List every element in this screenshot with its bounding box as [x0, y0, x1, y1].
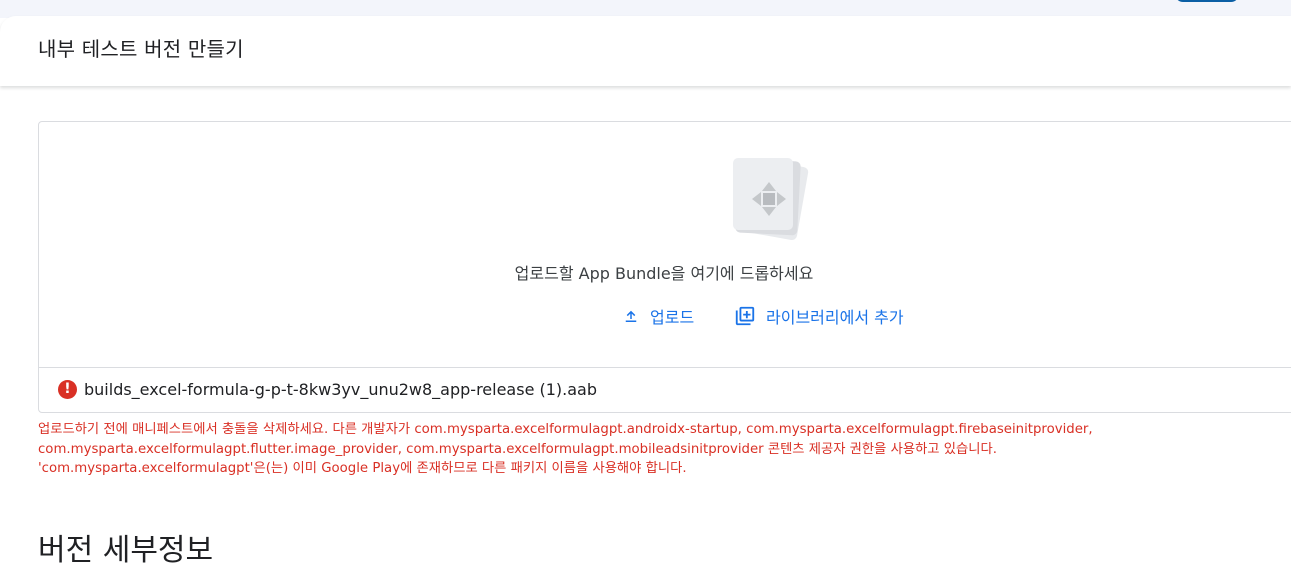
top-action-button-edge[interactable]	[1175, 0, 1239, 2]
app-bundle-illustration	[733, 157, 809, 241]
error-line: 'com.mysparta.excelformulagpt'은(는) 이미 Go…	[38, 461, 687, 476]
error-line: com.mysparta.excelformulagpt.flutter.ima…	[38, 441, 997, 457]
upload-button[interactable]: 업로드	[622, 303, 694, 329]
upload-icon	[625, 310, 637, 322]
page-title: 내부 테스트 버전 만들기	[38, 37, 244, 61]
add-from-library-button[interactable]: 라이브러리에서 추가	[734, 303, 904, 329]
upload-label: 업로드	[650, 308, 695, 327]
page-header: 내부 테스트 버전 만들기	[0, 16, 1291, 86]
file-name: builds_excel-formula-g-p-t-8kw3yv_unu2w8…	[84, 380, 598, 399]
library-label: 라이브러리에서 추가	[766, 308, 904, 327]
error-icon: !	[58, 380, 77, 399]
library-add-icon	[735, 306, 755, 326]
app-bundle-dropzone[interactable]: 업로드할 App Bundle을 여기에 드롭하세요 업로드 라이브러리에서 추…	[38, 121, 1291, 413]
error-message: 업로드하기 전에 매니페스트에서 충돌을 삭제하세요. 다른 개발자가 com.…	[38, 420, 1288, 479]
drop-instruction: 업로드할 App Bundle을 여기에 드롭하세요	[514, 264, 814, 283]
section-title: 버전 세부정보	[38, 533, 214, 568]
error-line: 업로드하기 전에 매니페스트에서 충돌을 삭제하세요. 다른 개발자가 com.…	[38, 422, 1093, 437]
uploaded-file-row: ! builds_excel-formula-g-p-t-8kw3yv_unu2…	[39, 367, 1291, 414]
